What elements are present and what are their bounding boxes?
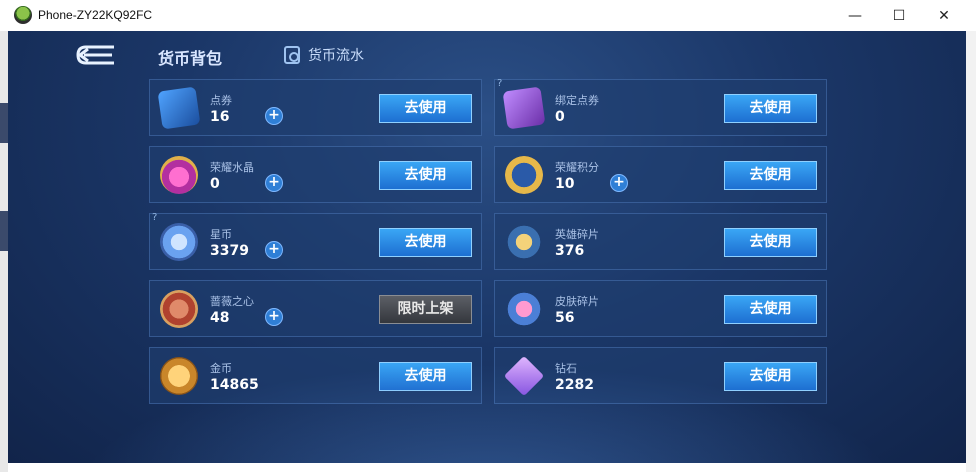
- use-hero-fragment-button[interactable]: 去使用: [724, 228, 817, 257]
- use-star-coin-button[interactable]: 去使用: [379, 228, 472, 257]
- currency-amount: 0: [210, 176, 220, 192]
- currency-name: 金币: [210, 362, 232, 375]
- game-viewport: 货币背包 货币流水 点券 16 + 去使用 ? 绑定点券 0 去使用 荣耀水晶 …: [8, 31, 966, 463]
- currency-name: 点券: [210, 94, 232, 107]
- currency-card-diamond: 钻石 2282 去使用: [494, 347, 827, 404]
- diamond-icon: [503, 355, 545, 397]
- currency-card-glory-crystal: 荣耀水晶 0 + 去使用: [149, 146, 482, 203]
- minimize-button[interactable]: —: [832, 0, 878, 31]
- currency-card-skin-fragment: 皮肤碎片 56 去使用: [494, 280, 827, 337]
- limited-time-button[interactable]: 限时上架: [379, 295, 472, 324]
- maximize-button[interactable]: ☐: [876, 0, 922, 31]
- use-diamond-button[interactable]: 去使用: [724, 362, 817, 391]
- use-voucher-button[interactable]: 去使用: [379, 94, 472, 123]
- currency-card-voucher: 点券 16 + 去使用: [149, 79, 482, 136]
- glory-points-icon: [505, 156, 543, 194]
- currency-amount: 14865: [210, 377, 259, 393]
- currency-name: 蔷薇之心: [210, 295, 254, 308]
- page-title: 货币背包: [158, 49, 223, 68]
- background-window-edge: [0, 31, 8, 472]
- add-glory-crystal-button[interactable]: +: [265, 174, 283, 192]
- currency-amount: 56: [555, 310, 575, 326]
- skin-fragment-icon: [505, 290, 543, 328]
- gold-coin-icon: [160, 357, 198, 395]
- currency-amount: 2282: [555, 377, 594, 393]
- currency-name: 星币: [210, 228, 232, 241]
- currency-card-bound-voucher: ? 绑定点券 0 去使用: [494, 78, 827, 136]
- currency-amount: 10: [555, 176, 575, 192]
- use-gold-coin-button[interactable]: 去使用: [379, 362, 472, 391]
- currency-amount: 3379: [210, 243, 249, 259]
- background-window-edge-right: [966, 31, 976, 472]
- use-skin-fragment-button[interactable]: 去使用: [724, 295, 817, 324]
- currency-flow-tab[interactable]: 货币流水: [284, 45, 364, 65]
- add-star-coin-button[interactable]: +: [265, 241, 283, 259]
- currency-name: 荣耀积分: [555, 161, 599, 174]
- use-glory-points-button[interactable]: 去使用: [724, 161, 817, 190]
- currency-flow-label: 货币流水: [308, 48, 364, 64]
- currency-amount: 0: [555, 109, 565, 125]
- currency-name: 绑定点券: [555, 94, 599, 107]
- currency-card-glory-points: 荣耀积分 10 + 去使用: [494, 146, 827, 203]
- help-icon[interactable]: ?: [152, 212, 157, 223]
- bound-voucher-icon: [502, 86, 546, 130]
- currency-name: 荣耀水晶: [210, 161, 254, 174]
- use-bound-voucher-button[interactable]: 去使用: [724, 94, 817, 123]
- currency-name: 钻石: [555, 362, 577, 375]
- add-glory-points-button[interactable]: +: [610, 174, 628, 192]
- background-thumbnail: [0, 103, 8, 143]
- currency-name: 皮肤碎片: [555, 295, 599, 308]
- currency-card-rose-heart: 蔷薇之心 48 + 限时上架: [149, 280, 482, 337]
- close-button[interactable]: ✕: [921, 0, 967, 31]
- currency-amount: 16: [210, 109, 230, 125]
- currency-amount: 376: [555, 243, 585, 259]
- background-thumbnail: [0, 211, 8, 251]
- add-voucher-button[interactable]: +: [265, 107, 283, 125]
- android-app-icon: [14, 6, 32, 24]
- hero-fragment-icon: [505, 223, 543, 261]
- add-rose-heart-button[interactable]: +: [265, 308, 283, 326]
- voucher-icon: [157, 86, 201, 130]
- window-titlebar: Phone-ZY22KQ92FC — ☐ ✕: [0, 0, 976, 31]
- glory-crystal-icon: [160, 156, 198, 194]
- rose-heart-icon: [160, 290, 198, 328]
- currency-card-star-coin: ? 星币 3379 + 去使用: [149, 212, 482, 270]
- use-glory-crystal-button[interactable]: 去使用: [379, 161, 472, 190]
- currency-card-hero-fragment: 英雄碎片 376 去使用: [494, 213, 827, 270]
- currency-name: 英雄碎片: [555, 228, 599, 241]
- currency-card-gold-coin: 金币 14865 去使用: [149, 347, 482, 404]
- back-arrow-icon[interactable]: [74, 43, 118, 67]
- window-title: Phone-ZY22KQ92FC: [38, 8, 153, 22]
- currency-amount: 48: [210, 310, 230, 326]
- help-icon[interactable]: ?: [497, 78, 502, 89]
- ledger-icon: [284, 46, 300, 64]
- star-coin-icon: [160, 223, 198, 261]
